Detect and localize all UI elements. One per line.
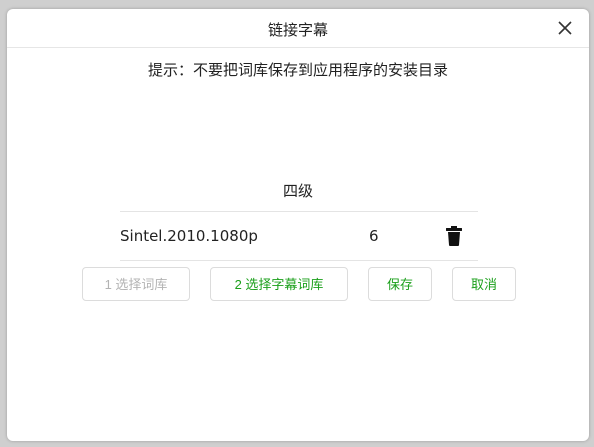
select-dictionary-button[interactable]: 1 选择词库	[82, 267, 190, 301]
cancel-button[interactable]: 取消	[452, 267, 516, 301]
tip-text: 提示：不要把词库保存到应用程序的安装目录	[147, 61, 448, 79]
dialog-header: 链接字幕	[7, 9, 589, 48]
close-button[interactable]	[555, 18, 575, 38]
save-button[interactable]: 保存	[368, 267, 432, 301]
table-divider-bottom	[120, 260, 478, 261]
subtitle-name: Sintel.2010.1080p	[120, 227, 258, 245]
trash-icon	[446, 226, 462, 246]
word-count: 6	[369, 227, 379, 245]
dictionary-name: 四级	[282, 182, 313, 200]
link-subtitle-dialog: 链接字幕 提示：不要把词库保存到应用程序的安装目录 四级 Sintel.2010…	[7, 9, 589, 441]
dialog-title: 链接字幕	[267, 21, 328, 39]
table-row: Sintel.2010.1080p 6	[120, 212, 478, 260]
delete-button[interactable]	[444, 225, 464, 247]
close-icon	[558, 21, 572, 35]
select-subtitle-dictionary-button[interactable]: 2 选择字幕词库	[210, 267, 348, 301]
